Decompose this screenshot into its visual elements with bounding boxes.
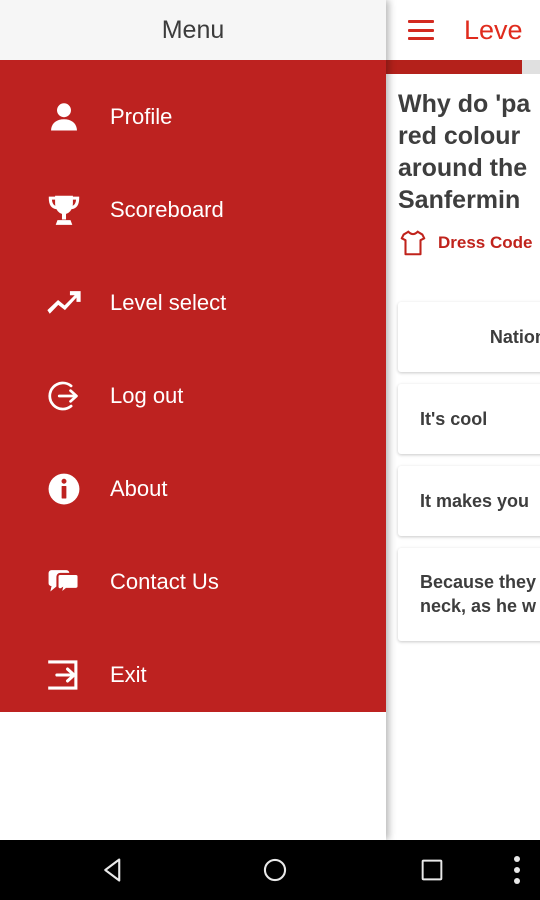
android-nav-bar bbox=[0, 840, 540, 900]
sidebar-item-exit-label: Exit bbox=[110, 661, 147, 687]
drawer-footer bbox=[0, 712, 386, 840]
progress-bar-fill bbox=[386, 60, 522, 74]
hamburger-bar-3 bbox=[408, 37, 434, 40]
progress-bar bbox=[386, 60, 540, 74]
answer-list: National Anth It's cool It makes you Bec… bbox=[398, 302, 540, 653]
user-icon bbox=[44, 97, 84, 137]
question-line-2: red colour bbox=[398, 122, 521, 150]
answer-option-1-line-1: National Anth bbox=[489, 326, 540, 347]
question-block: Why do 'pa red colour around the Sanferm… bbox=[398, 88, 540, 258]
overflow-dot-2 bbox=[514, 867, 520, 873]
answer-option-4-text: Because they neck, as he w bbox=[420, 570, 536, 619]
hamburger-bar-1 bbox=[408, 20, 434, 23]
trophy-icon bbox=[44, 190, 84, 230]
sidebar-item-level-select-label: Level select bbox=[110, 289, 227, 315]
sidebar-item-scoreboard[interactable]: Scoreboard bbox=[0, 163, 386, 256]
sidebar-item-log-out[interactable]: Log out bbox=[0, 349, 386, 442]
chat-bubbles-icon bbox=[44, 562, 84, 602]
answer-option-4[interactable]: Because they neck, as he w bbox=[398, 548, 540, 641]
recents-square-icon[interactable] bbox=[419, 857, 445, 883]
home-circle-icon[interactable] bbox=[261, 856, 289, 884]
drawer-header: Menu bbox=[0, 0, 386, 60]
answer-option-2-text: It's cool bbox=[420, 407, 487, 431]
question-line-4: Sanfermin bbox=[398, 186, 521, 214]
sidebar-item-contact-us-label: Contact Us bbox=[110, 568, 219, 594]
overflow-dots-icon[interactable] bbox=[513, 856, 521, 884]
question-text: Why do 'pa red colour around the Sanferm… bbox=[398, 88, 540, 216]
question-category: Dress Code bbox=[398, 228, 540, 258]
tshirt-icon bbox=[400, 230, 426, 256]
sidebar-item-about[interactable]: About bbox=[0, 442, 386, 535]
answer-option-1-text: National Anth bbox=[490, 325, 540, 349]
answer-option-3-text: It makes you bbox=[420, 489, 529, 513]
sidebar-item-log-out-label: Log out bbox=[110, 382, 184, 408]
back-triangle-icon[interactable] bbox=[100, 856, 128, 884]
overflow-dot-1 bbox=[514, 856, 520, 862]
drawer-menu-list: Profile Scoreboard Level select Log out … bbox=[0, 60, 386, 712]
answer-option-1[interactable]: National Anth bbox=[398, 302, 540, 372]
sidebar-item-contact-us[interactable]: Contact Us bbox=[0, 535, 386, 628]
exit-icon bbox=[44, 655, 84, 695]
question-line-1: Why do 'pa bbox=[398, 90, 531, 118]
hamburger-bar-2 bbox=[408, 28, 434, 32]
answer-option-2-line-1: It's cool bbox=[420, 408, 488, 429]
question-category-label: Dress Code bbox=[438, 233, 533, 252]
quiz-title: Leve bbox=[464, 14, 523, 45]
phone-screen: Leve Why do 'pa red colour around the Sa… bbox=[0, 0, 540, 900]
answer-option-3-line-1: It makes you bbox=[420, 490, 530, 511]
sidebar-item-about-label: About bbox=[110, 475, 168, 501]
answer-option-3[interactable]: It makes you bbox=[398, 466, 540, 536]
navigation-drawer: Menu Profile Scoreboard Level select Log… bbox=[0, 0, 386, 840]
answer-option-4-line-1: Because they bbox=[420, 572, 537, 592]
logout-icon bbox=[44, 376, 84, 416]
sidebar-item-scoreboard-label: Scoreboard bbox=[110, 196, 224, 222]
sidebar-item-level-select[interactable]: Level select bbox=[0, 256, 386, 349]
hamburger-icon[interactable] bbox=[408, 20, 434, 40]
sidebar-item-profile-label: Profile bbox=[110, 103, 173, 129]
answer-option-4-line-2: neck, as he w bbox=[420, 596, 537, 617]
drawer-title: Menu bbox=[161, 15, 225, 44]
sidebar-item-profile[interactable]: Profile bbox=[0, 70, 386, 163]
sidebar-item-exit[interactable]: Exit bbox=[0, 628, 386, 721]
overflow-dot-3 bbox=[514, 878, 520, 884]
trending-up-icon bbox=[44, 283, 84, 323]
info-icon bbox=[44, 469, 84, 509]
answer-option-2[interactable]: It's cool bbox=[398, 384, 540, 454]
question-line-3: around the bbox=[398, 154, 528, 182]
